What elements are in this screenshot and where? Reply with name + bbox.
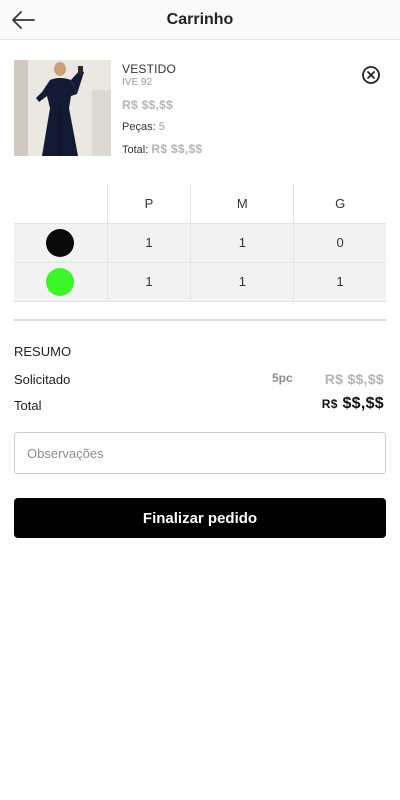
- product-code: IVE 92: [122, 77, 153, 88]
- total-value: R$ $$,$$: [151, 142, 203, 156]
- order-total-value: R$ $$,$$: [322, 395, 384, 413]
- close-circle-icon: [362, 66, 380, 84]
- order-total-amount: $$,$$: [342, 395, 384, 412]
- product-total: Total: R$ $$,$$: [122, 142, 202, 156]
- qty-cell[interactable]: 0: [293, 223, 386, 263]
- size-header-row: P M G: [14, 184, 386, 224]
- qty-cell[interactable]: 1: [107, 262, 192, 302]
- color-swatch-black: [46, 228, 75, 257]
- size-header-g: G: [293, 184, 386, 224]
- color-cell: [14, 223, 108, 263]
- qty-cell[interactable]: 1: [293, 262, 386, 302]
- requested-value: R$ $$,$$: [324, 371, 384, 387]
- page-title: Carrinho: [166, 11, 234, 28]
- size-header-m: M: [190, 184, 295, 224]
- qty-cell[interactable]: 1: [190, 262, 295, 302]
- order-total-currency: R$: [321, 397, 338, 411]
- dress-photo: [14, 60, 111, 156]
- grid-corner-cell: [14, 184, 108, 224]
- section-divider: [14, 319, 386, 321]
- color-cell: [14, 262, 108, 302]
- qty-cell[interactable]: 1: [107, 223, 192, 263]
- product-name: VESTIDO: [122, 62, 177, 76]
- size-header-p: P: [107, 184, 192, 224]
- product-price: R$ $$,$$: [122, 98, 174, 112]
- order-total-label: Total: [14, 398, 42, 413]
- product-image[interactable]: [14, 60, 111, 156]
- size-color-grid: P M G 1 1 0 1 1 1: [14, 184, 386, 302]
- total-label: Total:: [122, 144, 149, 156]
- qty-cell[interactable]: 1: [190, 223, 295, 263]
- pieces-value: 5: [158, 121, 165, 133]
- color-swatch-green: [46, 267, 75, 296]
- color-row-green: 1 1 1: [14, 262, 386, 302]
- observations-input[interactable]: [14, 432, 386, 474]
- color-row-black: 1 1 0: [14, 223, 386, 263]
- app-header: Carrinho: [0, 0, 400, 40]
- remove-item-button[interactable]: [361, 65, 381, 85]
- pieces-label: Peças:: [122, 121, 156, 133]
- requested-quantity: 5pc: [272, 371, 293, 385]
- cart-item: VESTIDO IVE 92 R$ $$,$$ Peças: 5 Total: …: [14, 60, 386, 160]
- requested-label: Solicitado: [14, 372, 71, 387]
- product-pieces: Peças: 5: [122, 121, 165, 133]
- summary-title: RESUMO: [14, 344, 72, 359]
- finalize-order-button[interactable]: Finalizar pedido: [14, 498, 386, 538]
